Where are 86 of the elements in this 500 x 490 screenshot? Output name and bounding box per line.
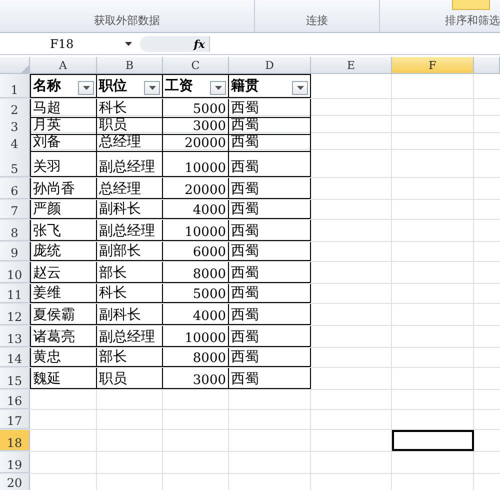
row-header[interactable]: 16 [0,390,30,409]
column-header[interactable]: B [97,57,163,74]
table-cell: 20000 [163,178,229,199]
row-header[interactable]: 5 [0,150,30,177]
table-cell: 西蜀 [229,326,311,347]
table-cell: 10000 [163,326,229,347]
row-header[interactable]: 1 [0,74,30,98]
table-cell: 部长 [97,348,163,367]
table-cell: 科长 [97,284,163,303]
table-cell: 职员 [97,368,163,389]
table-cell: 西蜀 [229,262,311,283]
column-title: 名称 [33,77,61,95]
filter-dropdown-button[interactable] [210,81,226,95]
row-header[interactable]: 10 [0,262,30,283]
filter-dropdown-button[interactable] [144,81,160,95]
row-header[interactable]: 6 [0,178,30,199]
row-header[interactable]: 8 [0,220,30,241]
column-title: 工资 [165,77,193,95]
ribbon-group-label: 获取外部数据 [94,13,160,28]
table-cell: 黄忠 [30,348,97,367]
table-cell: 副总经理 [97,220,163,241]
table-cell: 赵云 [30,262,97,283]
row-header[interactable]: 17 [0,410,30,429]
table-cell: 魏延 [30,368,97,389]
table-cell: 西蜀 [229,178,311,199]
column-header[interactable]: E [311,57,392,74]
table-cell: 西蜀 [229,242,311,261]
row-header[interactable]: 9 [0,242,30,261]
row-header[interactable]: 13 [0,326,30,347]
dropdown-arrow-icon[interactable] [125,42,132,46]
row-header[interactable]: 11 [0,284,30,303]
row-header[interactable]: 19 [0,452,30,473]
filter-dropdown-button[interactable] [292,81,308,95]
row-header[interactable]: 7 [0,200,30,219]
table-cell: 孙尚香 [30,178,97,199]
table-cell: 西蜀 [229,304,311,325]
table-cell: 部长 [97,262,163,283]
table-cell: 8000 [163,348,229,367]
table-cell: 10000 [163,220,229,241]
name-box[interactable]: F18 [50,37,74,51]
table-cell: 夏侯霸 [30,304,97,325]
table-cell: 西蜀 [229,200,311,219]
insert-function-button[interactable]: fx [194,38,205,50]
row-header[interactable]: 14 [0,348,30,367]
caret-icon [296,86,304,90]
row-header[interactable]: 15 [0,368,30,389]
row-header[interactable]: 18 [0,430,30,451]
row-header[interactable]: 20 [0,474,30,490]
column-header[interactable]: C [163,57,229,74]
table-cell: 姜维 [30,284,97,303]
table-cell: 西蜀 [229,220,311,241]
column-title: 籍贯 [231,77,259,95]
filter-dropdown-button[interactable] [78,81,94,95]
row-header[interactable]: 12 [0,304,30,325]
caret-icon [148,86,156,90]
ribbon-group-label: 排序和筛选 [445,13,500,28]
table-cell: 张飞 [30,220,97,241]
table-cell: 西蜀 [229,368,311,389]
column-header[interactable]: D [229,57,311,74]
table-cell: 西蜀 [229,348,311,367]
caret-icon [214,86,222,90]
table-cell: 副总经理 [97,150,163,177]
table-cell: 关羽 [30,150,97,177]
table-cell: 10000 [163,150,229,177]
table-cell: 副科长 [97,304,163,325]
table-cell: 副科长 [97,200,163,219]
table-cell: 副总经理 [97,326,163,347]
table-cell: 西蜀 [229,284,311,303]
table-cell: 3000 [163,368,229,389]
table-cell: 庞统 [30,242,97,261]
ribbon-group-label: 连接 [306,13,328,28]
table-cell: 5000 [163,284,229,303]
table-cell: 8000 [163,262,229,283]
table-cell: 副部长 [97,242,163,261]
table-cell: 严颜 [30,200,97,219]
table-cell: 西蜀 [229,150,311,177]
table-cell: 诸葛亮 [30,326,97,347]
column-header[interactable]: A [30,57,97,74]
table-cell: 4000 [163,200,229,219]
caret-icon [82,86,90,90]
table-cell: 4000 [163,304,229,325]
column-title: 职位 [99,77,127,95]
table-cell: 6000 [163,242,229,261]
table-cell: 总经理 [97,178,163,199]
selected-cell[interactable] [392,430,474,451]
column-header[interactable]: F [392,57,474,74]
